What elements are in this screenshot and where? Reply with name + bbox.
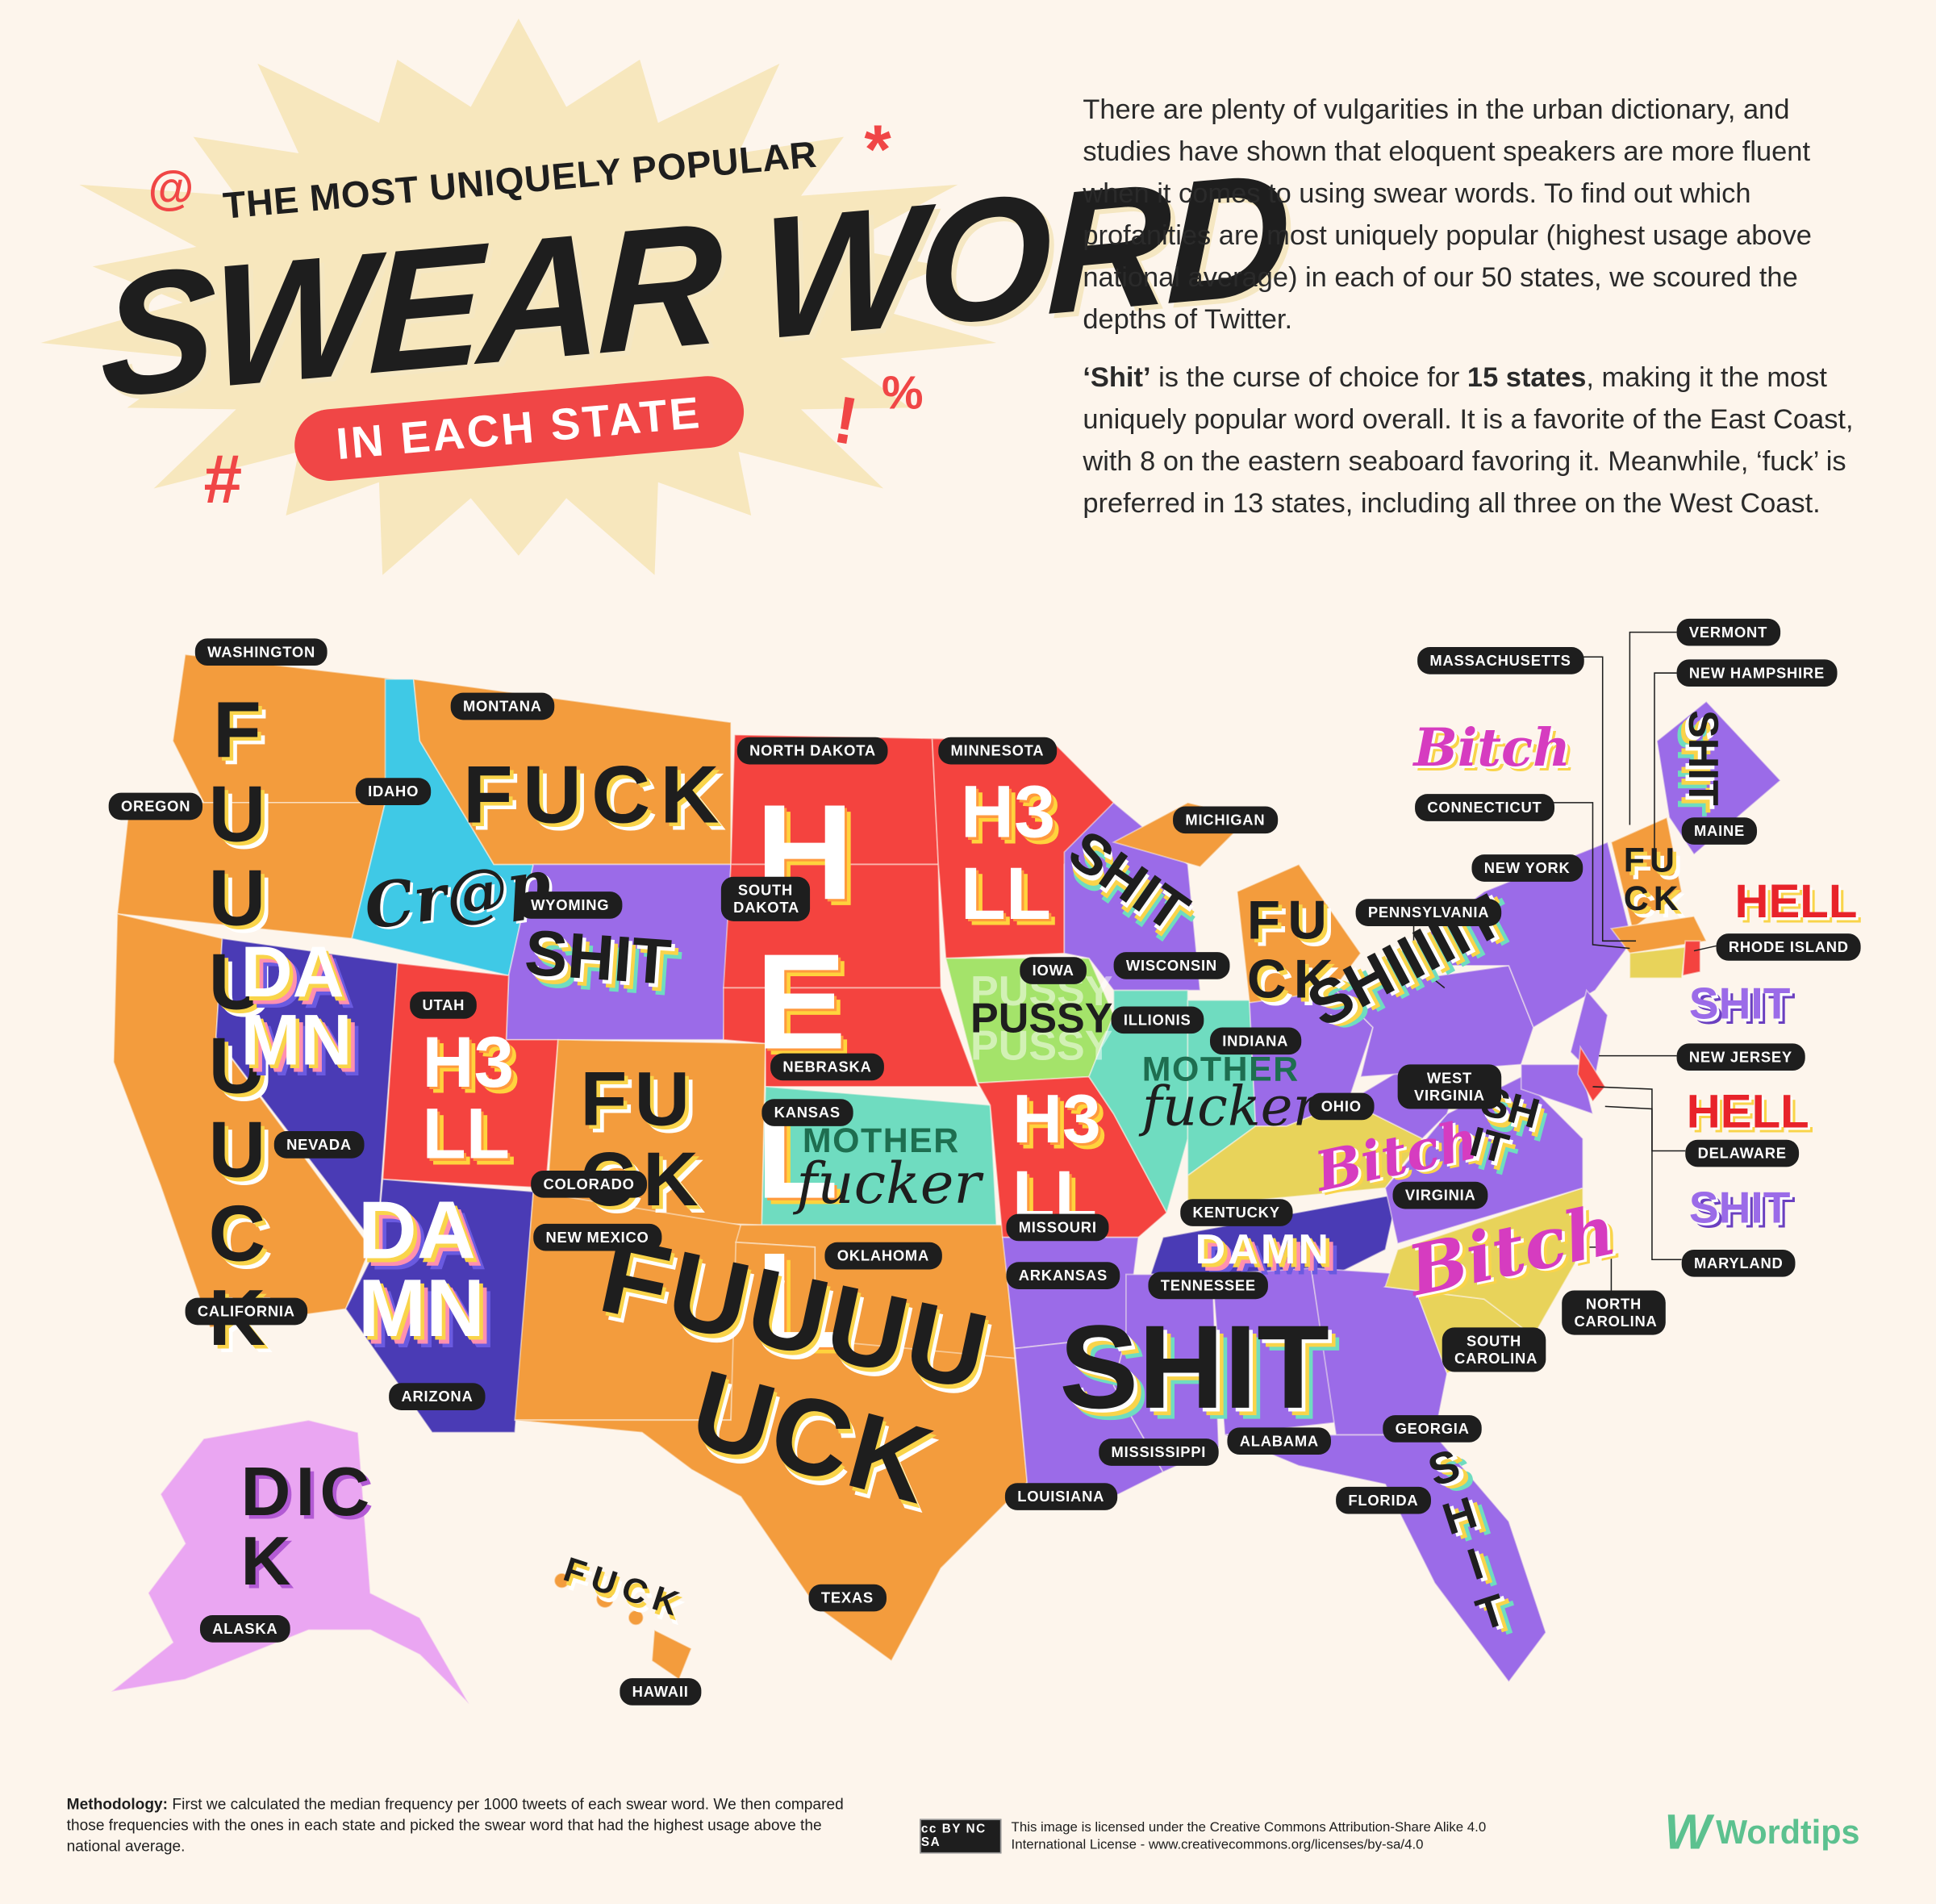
word-montana: FUCK [462,748,729,840]
label-rhode-island: RHODE ISLAND [1716,933,1862,961]
brand-name: Wordtips [1716,1814,1860,1852]
label-nebraska: NEBRASKA [770,1053,884,1081]
infographic: @ * # ! % THE MOST UNIQUELY POPULAR SWEA… [0,0,1936,1904]
label-texas: TEXAS [808,1584,887,1612]
label-michigan: MICHIGAN [1173,806,1278,834]
label-arkansas: ARKANSAS [1006,1262,1120,1289]
word-iowa: PUSSY [970,995,1113,1042]
label-montana: MONTANA [450,692,555,720]
creative-commons-badge: cc BY NC SA [920,1818,1002,1854]
word-maryland: SHIT [1688,1181,1791,1233]
word-nevada: DAMN [240,932,353,1081]
label-west-virginia: WEST VIRGINIA [1397,1064,1502,1109]
label-tennessee: TENNESSEE [1148,1271,1269,1300]
label-iowa: IOWA [1020,957,1087,984]
label-new-hampshire: NEW HAMPSHIRE [1676,659,1838,687]
word-utah: H3LL [422,1022,514,1175]
license-text: This image is licensed under the Creativ… [1011,1820,1487,1852]
label-idaho: IDAHO [355,778,432,805]
word-alaska: DICK [240,1451,375,1600]
label-washington: WASHINGTON [194,638,328,666]
label-georgia: GEORGIA [1383,1415,1482,1443]
label-california: CALIFORNIA [185,1297,308,1326]
label-virginia: VIRGINIA [1392,1181,1488,1209]
label-ohio: OHIO [1308,1092,1375,1121]
word-wyoming: SHIT [522,917,674,1000]
word-south: SHIT [1059,1301,1329,1434]
wordtips-logo-icon: W [1664,1805,1712,1860]
label-new-york: NEW YORK [1471,854,1583,882]
word-kansas-2: fucker [796,1149,982,1217]
label-wisconsin: WISCONSIN [1113,952,1230,979]
label-utah: UTAH [410,992,478,1019]
methodology-label: Methodology: [66,1795,169,1813]
label-south-carolina: SOUTH CAROLINA [1442,1327,1546,1372]
label-north-dakota: NORTH DAKOTA [736,737,889,765]
label-hawaii: HAWAII [620,1678,701,1706]
label-missouri: MISSOURI [1006,1213,1110,1242]
label-illinois: ILLIONIS [1111,1006,1204,1034]
label-north-carolina: NORTH CAROLINA [1562,1290,1666,1335]
label-south-dakota: SOUTH DAKOTA [720,876,811,921]
word-delaware: HELL [1686,1086,1809,1139]
word-arizona: DAMN [357,1184,485,1354]
methodology: Methodology: First we calculated the med… [67,1794,870,1857]
label-florida: FLORIDA [1336,1486,1431,1514]
state-rhode-island[interactable] [1682,940,1701,977]
label-oregon: OREGON [108,792,203,820]
word-tennessee: DAMN [1195,1225,1331,1274]
word-missouri: H3LL [1012,1079,1101,1234]
word-new-england: FUCK [1623,841,1684,917]
word-indiana-2: fucker [1141,1075,1319,1139]
label-kentucky: KENTUCKY [1180,1199,1293,1226]
label-alaska: ALASKA [199,1615,290,1643]
label-new-mexico: NEW MEXICO [533,1223,661,1251]
label-maryland: MARYLAND [1681,1249,1796,1277]
word-new-jersey: SHIT [1688,978,1791,1029]
label-arizona: ARIZONA [389,1383,486,1410]
label-pennsylvania: PENNSYLVANIA [1355,899,1502,926]
wordtips-logo: W Wordtips [1664,1806,1859,1861]
label-louisiana: LOUISIANA [1004,1483,1117,1510]
label-mississippi: MISSISSIPPI [1099,1438,1219,1466]
methodology-text: First we calculated the median frequency… [66,1795,844,1855]
label-vermont: VERMONT [1676,618,1780,646]
label-massachusetts: MASSACHUSETTS [1417,647,1584,674]
label-nevada: NEVADA [273,1131,365,1159]
label-maine: MAINE [1681,817,1758,845]
label-connecticut: CONNECTICUT [1415,794,1554,821]
label-wyoming: WYOMING [518,891,622,919]
label-minnesota: MINNESOTA [938,737,1057,765]
word-minnesota: H3LL [960,770,1056,935]
label-indiana: INDIANA [1209,1027,1301,1055]
word-maine: SHIT [1679,710,1726,806]
label-alabama: ALABAMA [1227,1427,1332,1455]
word-connecticut: Bitch [1413,717,1571,779]
label-new-jersey: NEW JERSEY [1676,1043,1805,1071]
label-kansas: KANSAS [761,1099,853,1126]
state-connecticut[interactable] [1629,946,1687,979]
label-oklahoma: OKLAHOMA [824,1242,942,1270]
label-delaware: DELAWARE [1685,1139,1800,1167]
label-colorado: COLORADO [531,1171,648,1198]
word-rhode-island: HELL [1734,876,1858,929]
